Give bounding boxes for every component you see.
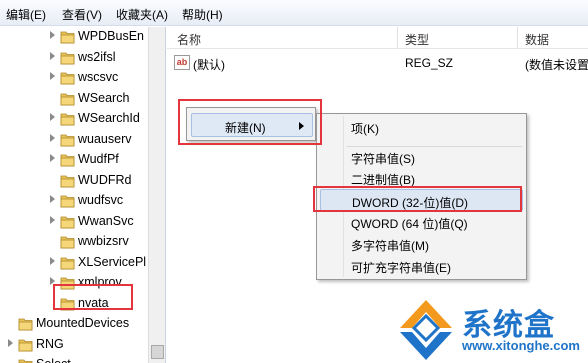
expand-arrow-icon[interactable]	[50, 133, 55, 142]
tree-item-label: WwanSvc	[78, 213, 134, 228]
menu-bar: 编辑(E) 查看(V) 收藏夹(A) 帮助(H)	[0, 0, 588, 26]
tree-item-label: wscsvc	[78, 70, 119, 84]
tree-item[interactable]: WUDFRd	[0, 171, 148, 191]
tree-item-label: WUDFRd	[78, 172, 132, 187]
folder-icon	[18, 318, 33, 331]
tree-scrollbar[interactable]	[148, 27, 165, 363]
submenu-item-label: QWORD (64 位)值(Q)	[351, 217, 468, 231]
expand-arrow-icon[interactable]	[50, 113, 55, 121]
submenu-item-key[interactable]: 项(K)	[320, 116, 523, 138]
folder-icon	[60, 236, 75, 249]
highlight-box-nvata	[53, 284, 133, 310]
registry-tree: WPDBusEn ws2ifsl wscsvc WSearch WSearchId wua…	[0, 27, 166, 363]
value-name: (默认)	[193, 58, 225, 72]
column-name-header[interactable]: 名称	[177, 31, 201, 48]
folder-icon	[60, 72, 75, 85]
folder-icon	[18, 339, 33, 351]
tree-item-label: MountedDevices	[36, 316, 130, 330]
expand-arrow-icon[interactable]	[50, 31, 55, 39]
folder-icon	[60, 195, 75, 208]
tree-item-label: wwbizsrv	[78, 234, 129, 248]
submenu-item-label: 多字符串值(M)	[351, 239, 429, 253]
tree-item[interactable]: WSearch	[0, 89, 148, 109]
expand-arrow-icon[interactable]	[50, 195, 55, 203]
logo-url-text: www.xitonghe.com	[462, 338, 580, 353]
submenu-item-expandable-string-value[interactable]: 可扩充字符串值(E)	[320, 255, 523, 277]
expand-arrow-icon[interactable]	[50, 51, 55, 60]
value-type: REG_SZ	[405, 56, 454, 70]
highlight-box-dword	[313, 186, 522, 212]
highlight-box-new	[178, 99, 322, 145]
tree-item[interactable]: WPDBusEn	[0, 27, 148, 47]
expand-arrow-icon[interactable]	[50, 154, 55, 162]
expand-arrow-icon[interactable]	[50, 215, 55, 224]
list-header: 名称 类型 数据	[167, 27, 588, 49]
menu-favorites[interactable]: 收藏夹(A)	[116, 6, 168, 23]
tree-item-label: Select	[36, 357, 71, 363]
folder-icon	[60, 216, 75, 228]
submenu-item-qword-value[interactable]: QWORD (64 位)值(Q)	[320, 211, 523, 233]
tree-item-label: WPDBusEn	[78, 29, 144, 43]
tree-item[interactable]: MountedDevices	[0, 314, 148, 334]
folder-icon	[60, 113, 75, 126]
scrollbar-thumb[interactable]	[151, 345, 164, 359]
menu-help[interactable]: 帮助(H)	[182, 6, 223, 23]
tree-item[interactable]: RNG	[0, 335, 148, 355]
submenu-item-label: 字符串值(S)	[351, 152, 415, 166]
tree-item-label: ws2ifsl	[78, 49, 116, 64]
expand-arrow-icon[interactable]	[50, 72, 55, 80]
submenu-item-label: 可扩充字符串值(E)	[351, 261, 451, 275]
folder-icon	[60, 93, 75, 105]
expand-arrow-icon[interactable]	[8, 338, 13, 347]
tree-item[interactable]: wwbizsrv	[0, 232, 148, 252]
tree-item[interactable]: wuauserv	[0, 130, 148, 150]
submenu-item-label: 项(K)	[351, 122, 379, 136]
logo-mark-icon	[400, 300, 452, 360]
folder-icon	[60, 175, 75, 187]
tree-item-label: XLServicePl	[78, 254, 147, 269]
submenu-item-multi-string-value[interactable]: 多字符串值(M)	[320, 233, 523, 255]
submenu-item-string-value[interactable]: 字符串值(S)	[320, 146, 523, 168]
folder-icon	[60, 31, 75, 44]
menu-view[interactable]: 查看(V)	[62, 6, 102, 23]
column-data-header[interactable]: 数据	[525, 31, 549, 48]
tree-item[interactable]: XLServicePl	[0, 253, 148, 273]
tree-item-label: WSearchId	[78, 111, 140, 125]
tree-item[interactable]: WwanSvc	[0, 212, 148, 232]
string-value-icon: ab	[174, 55, 190, 70]
tree-item-label: RNG	[36, 336, 64, 351]
tree-item[interactable]: WudfPf	[0, 150, 148, 170]
tree-item-label: wudfsvc	[78, 193, 124, 207]
folder-icon	[60, 154, 75, 167]
folder-icon	[60, 52, 75, 64]
site-logo: 系统盒 www.xitonghe.com	[394, 296, 588, 363]
menu-edit[interactable]: 编辑(E)	[6, 6, 46, 23]
tree-item[interactable]: Select	[0, 355, 148, 363]
table-row[interactable]: ab (默认) REG_SZ (数值未设置	[167, 53, 588, 73]
column-divider[interactable]	[517, 27, 518, 49]
tree-item[interactable]: ws2ifsl	[0, 48, 148, 68]
folder-icon	[60, 134, 75, 146]
folder-icon	[60, 257, 75, 269]
tree-item-label: wuauserv	[78, 131, 132, 146]
expand-arrow-icon[interactable]	[50, 256, 55, 265]
tree-item[interactable]: WSearchId	[0, 109, 148, 129]
value-data: (数值未设置	[525, 58, 588, 72]
folder-icon	[18, 359, 33, 363]
tree-item[interactable]: wscsvc	[0, 68, 148, 88]
tree-item[interactable]: wudfsvc	[0, 191, 148, 211]
tree-item-label: WSearch	[78, 90, 130, 105]
column-type-header[interactable]: 类型	[405, 31, 429, 48]
column-divider[interactable]	[397, 27, 398, 49]
tree-item-label: WudfPf	[78, 152, 119, 166]
